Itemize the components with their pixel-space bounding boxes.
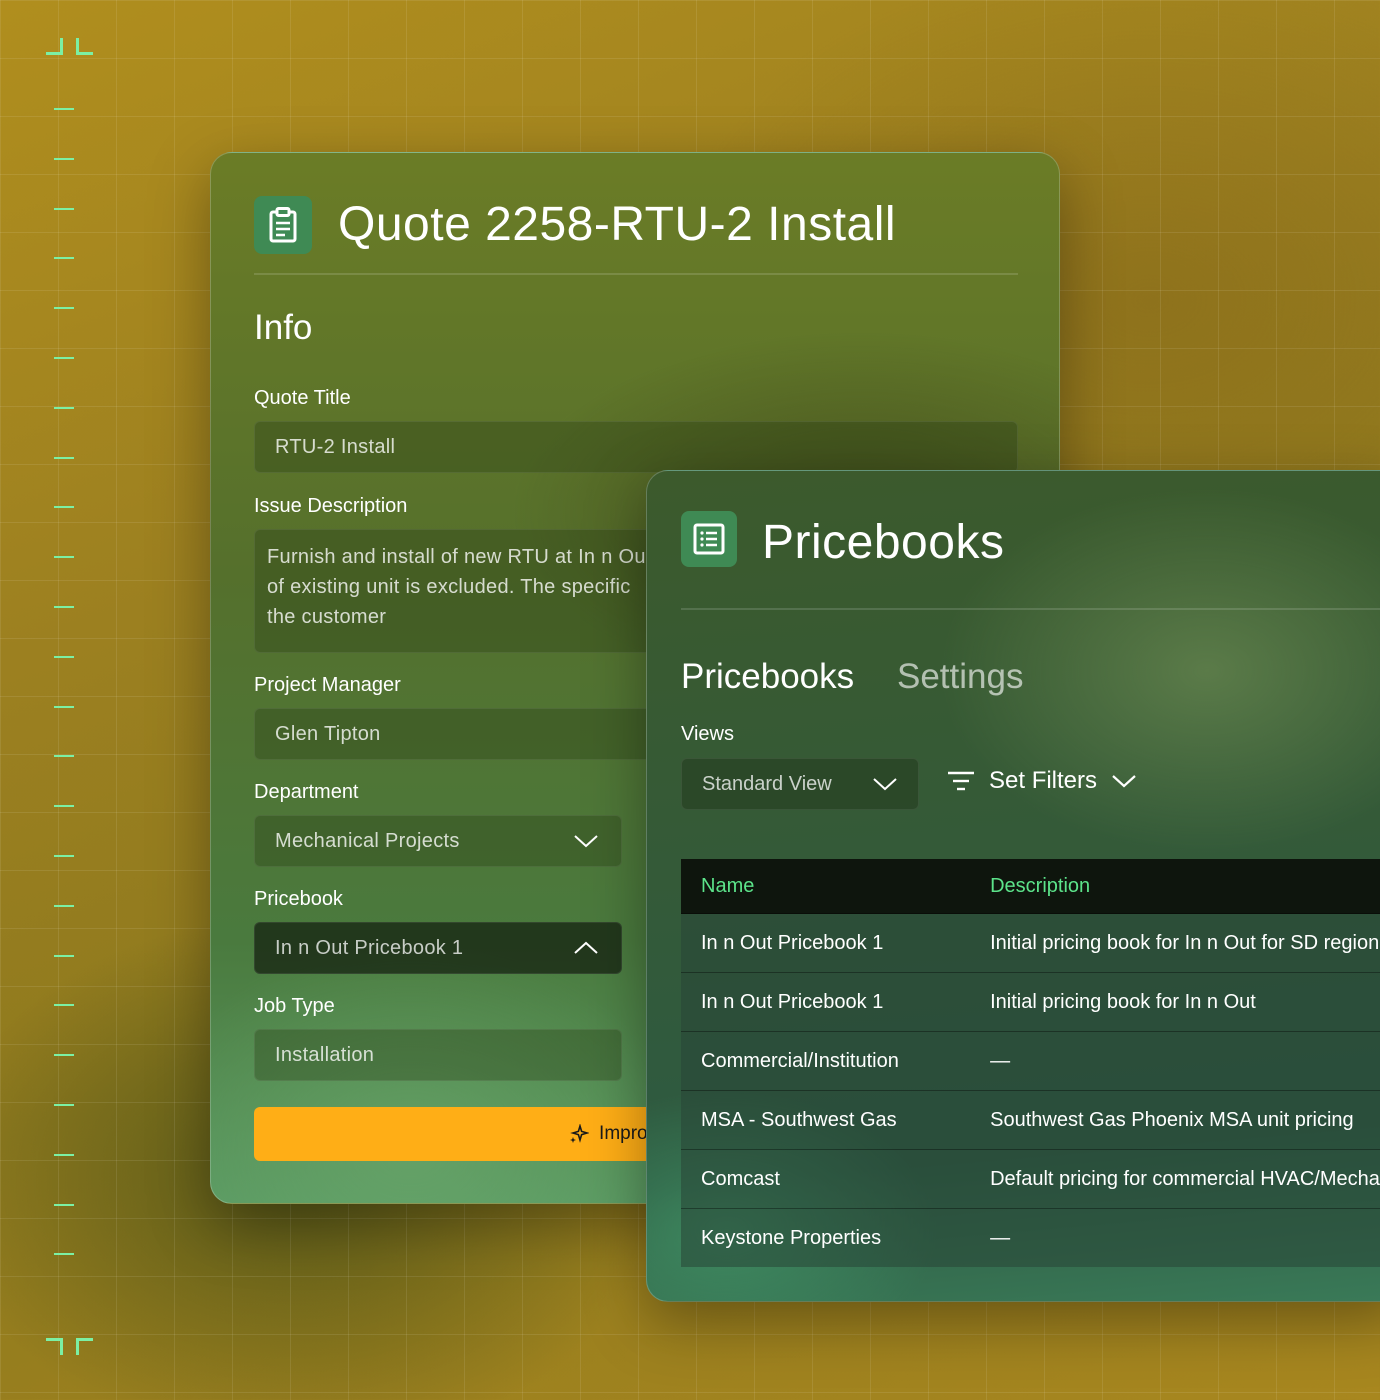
table-row[interactable]: In n Out Pricebook 1 Initial pricing book…	[681, 972, 1380, 1032]
chevron-down-icon	[1112, 775, 1136, 788]
ruler-tick	[54, 805, 74, 807]
chevron-down-icon	[574, 835, 598, 848]
chevron-up-icon	[574, 941, 598, 954]
row-name: In n Out Pricebook 1	[681, 913, 971, 973]
sparkle-icon	[570, 1124, 590, 1143]
project-manager-value: Glen Tipton	[275, 722, 381, 745]
row-description: Initial pricing book for In n Out	[970, 972, 1380, 1032]
ruler-tick	[54, 1204, 74, 1206]
quote-title: Quote 2258-RTU-2 Install	[338, 198, 897, 251]
view-select-value: Standard View	[702, 772, 832, 795]
department-value: Mechanical Projects	[275, 829, 460, 852]
ruler-tick	[54, 606, 74, 608]
row-name: In n Out Pricebook 1	[681, 972, 971, 1032]
pricebooks-title: Pricebooks	[762, 516, 1005, 569]
tab-settings[interactable]: Settings	[897, 657, 1023, 697]
corner-mark-top-left	[46, 38, 63, 55]
pricebook-value: In n Out Pricebook 1	[275, 936, 464, 959]
ruler-tick	[54, 706, 74, 708]
pricebook-label: Pricebook	[254, 888, 343, 910]
corner-mark-bottom-right	[76, 1338, 93, 1355]
issue-description-label: Issue Description	[254, 495, 408, 517]
ruler-tick	[54, 357, 74, 359]
row-name: Comcast	[681, 1149, 971, 1209]
ruler-tick	[54, 208, 74, 210]
table-row[interactable]: MSA - Southwest Gas Southwest Gas Phoenix…	[681, 1090, 1380, 1150]
view-select[interactable]: Standard View	[681, 758, 919, 810]
row-description: Southwest Gas Phoenix MSA unit pricing	[970, 1090, 1380, 1150]
ruler-tick	[54, 905, 74, 907]
table-row[interactable]: Comcast Default pricing for commercial HV…	[681, 1149, 1380, 1209]
quote-title-input[interactable]: RTU-2 Install	[254, 421, 1018, 473]
table-header-row: Name Description	[681, 859, 1380, 914]
ruler-tick	[54, 1154, 74, 1156]
ruler-tick	[54, 955, 74, 957]
table-row[interactable]: Keystone Properties —	[681, 1208, 1380, 1267]
tab-pricebooks[interactable]: Pricebooks	[681, 657, 854, 697]
table-row[interactable]: In n Out Pricebook 1 Initial pricing book…	[681, 913, 1380, 973]
ruler-tick	[54, 506, 74, 508]
department-label: Department	[254, 781, 359, 803]
pricebooks-table: Name Description In n Out Pricebook 1 Ini…	[681, 859, 1380, 1267]
ruler-tick	[54, 307, 74, 309]
ruler-tick	[54, 457, 74, 459]
ruler-tick	[54, 108, 74, 110]
corner-mark-bottom-left	[46, 1338, 63, 1355]
info-section-title: Info	[254, 308, 313, 347]
ruler-tick	[54, 1253, 74, 1255]
project-manager-label: Project Manager	[254, 674, 401, 696]
list-document-icon	[681, 511, 737, 567]
views-label: Views	[681, 723, 734, 745]
department-select[interactable]: Mechanical Projects	[254, 815, 622, 867]
ruler-tick	[54, 1004, 74, 1006]
job-type-value: Installation	[275, 1043, 375, 1066]
chevron-down-icon	[873, 778, 897, 791]
table-row[interactable]: Commercial/Institution —	[681, 1031, 1380, 1091]
column-header-name[interactable]: Name	[681, 859, 971, 914]
ruler-tick	[54, 755, 74, 757]
quote-title-value: RTU-2 Install	[275, 435, 396, 458]
row-description: Default pricing for commercial HVAC/Mech…	[970, 1149, 1380, 1209]
ruler-tick	[54, 855, 74, 857]
job-type-label: Job Type	[254, 995, 335, 1017]
quote-title-label: Quote Title	[254, 387, 351, 409]
ruler-tick	[54, 158, 74, 160]
ruler-tick	[54, 556, 74, 558]
ruler	[46, 0, 93, 1400]
pricebooks-divider	[681, 608, 1380, 610]
filter-icon	[948, 771, 974, 791]
corner-mark-top-right	[76, 38, 93, 55]
pricebooks-card: Pricebooks Pricebooks Settings Views Sta…	[646, 470, 1380, 1302]
row-name: Commercial/Institution	[681, 1031, 971, 1091]
ruler-tick	[54, 257, 74, 259]
ruler-tick	[54, 656, 74, 658]
ruler-tick	[54, 1054, 74, 1056]
column-header-description[interactable]: Description	[970, 859, 1380, 914]
row-description: Initial pricing book for In n Out for SD…	[970, 913, 1380, 973]
set-filters-button[interactable]: Set Filters	[947, 767, 1137, 795]
job-type-input[interactable]: Installation	[254, 1029, 622, 1081]
set-filters-label: Set Filters	[989, 767, 1098, 794]
ruler-tick	[54, 407, 74, 409]
pricebook-select[interactable]: In n Out Pricebook 1	[254, 922, 622, 974]
row-description: —	[970, 1208, 1380, 1267]
ruler-tick	[54, 1104, 74, 1106]
quote-divider	[254, 273, 1018, 275]
row-name: MSA - Southwest Gas	[681, 1090, 971, 1150]
row-description: —	[970, 1031, 1380, 1091]
row-name: Keystone Properties	[681, 1208, 971, 1267]
clipboard-icon	[254, 196, 312, 254]
